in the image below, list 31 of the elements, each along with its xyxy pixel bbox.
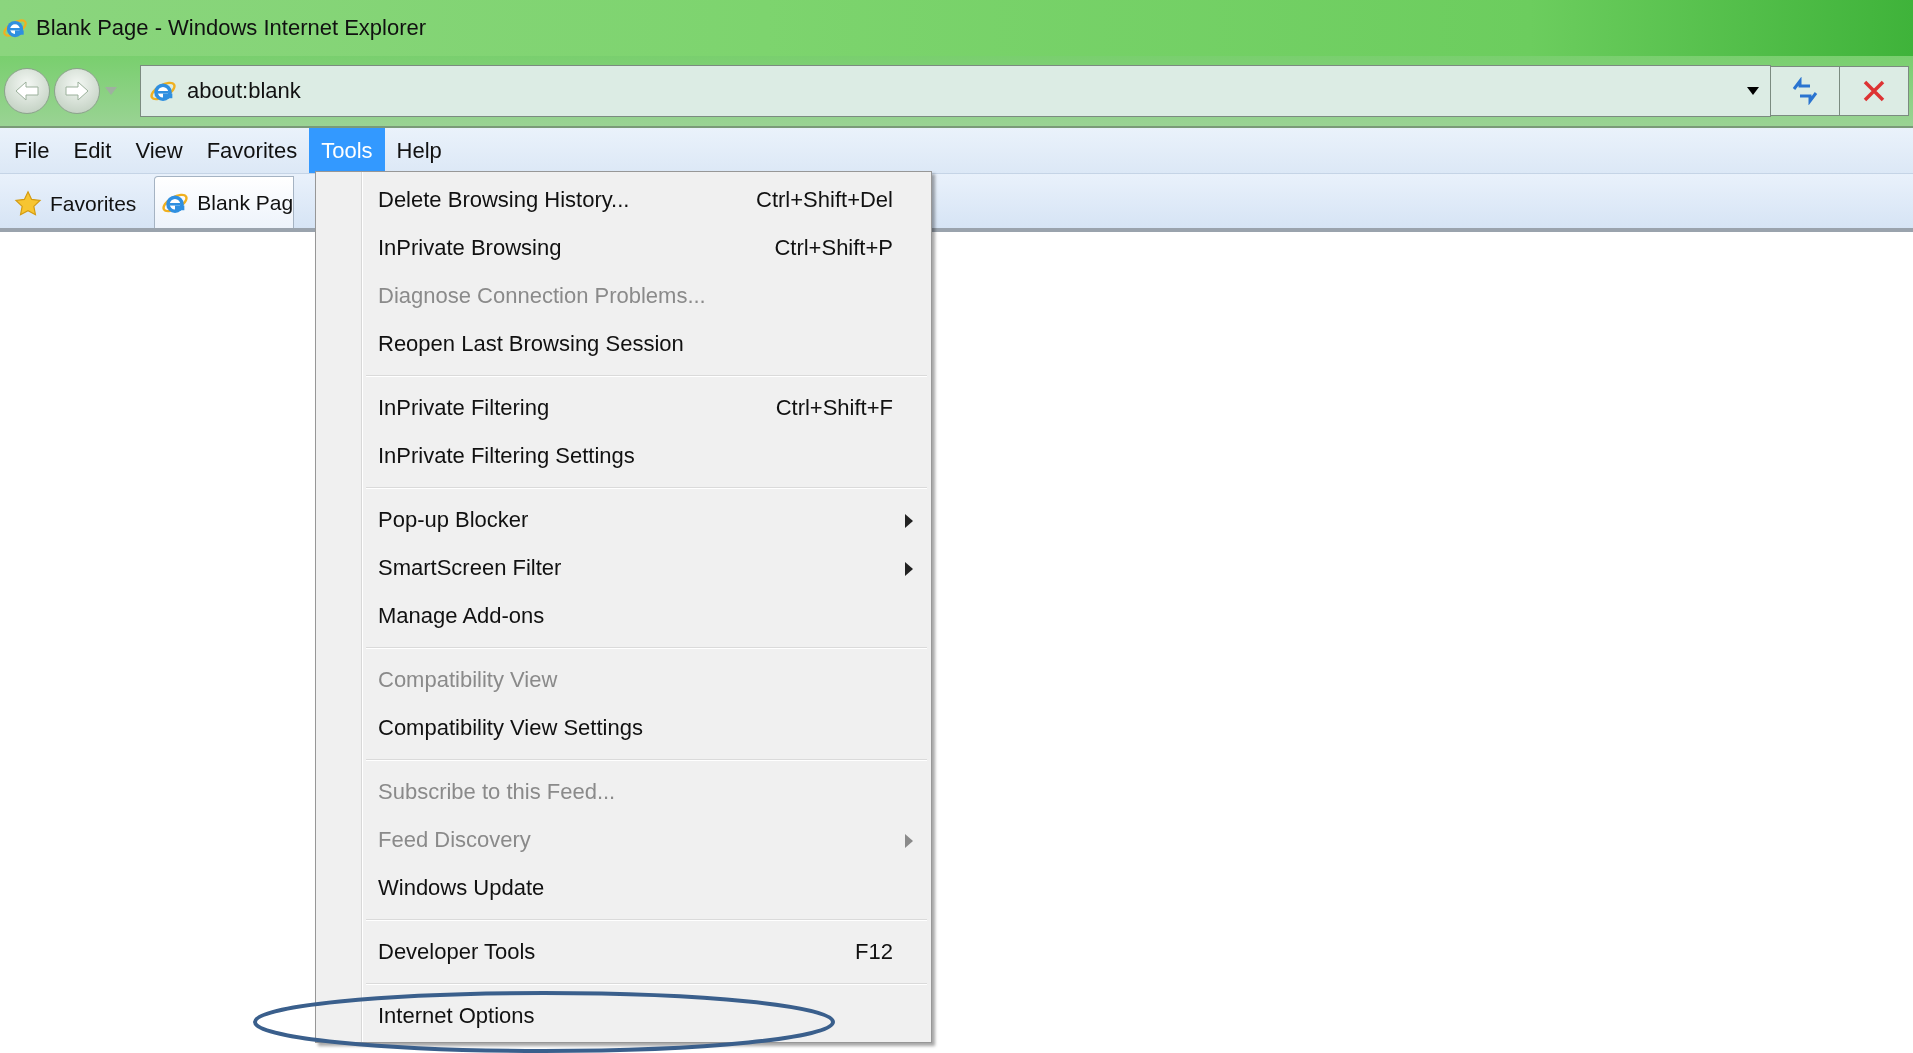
refresh-button[interactable]: [1770, 66, 1840, 116]
menu-item[interactable]: Delete Browsing History... Ctrl+Shift+Del: [316, 176, 931, 224]
menu-item[interactable]: Pop-up Blocker: [316, 496, 931, 544]
window-title: Blank Page - Windows Internet Explorer: [36, 15, 427, 41]
close-icon: [1862, 79, 1886, 103]
menu-bar-item[interactable]: Favorites: [194, 128, 310, 173]
caret-icon[interactable]: [1746, 86, 1760, 96]
menu-item[interactable]: Internet Options: [316, 992, 931, 1040]
menu-bar-item[interactable]: Help: [384, 128, 454, 173]
star-icon: [14, 190, 42, 218]
menu-item[interactable]: Compatibility View Settings: [316, 704, 931, 752]
menu-bar-item[interactable]: View: [123, 128, 195, 173]
forward-button[interactable]: [54, 68, 100, 114]
menu-item[interactable]: Manage Add-ons: [316, 592, 931, 640]
menu-item[interactable]: InPrivate Filtering Settings: [316, 432, 931, 480]
browser-tab[interactable]: Blank Pag: [154, 176, 295, 228]
forward-arrow-icon: [64, 80, 90, 102]
menu-item[interactable]: Developer Tools F12: [316, 928, 931, 976]
menu-bar-item[interactable]: File: [2, 128, 62, 173]
stop-button[interactable]: [1839, 66, 1909, 116]
back-button[interactable]: [4, 68, 50, 114]
menu-item[interactable]: Reopen Last Browsing Session: [316, 320, 931, 368]
address-field[interactable]: about:blank: [140, 65, 1771, 117]
refresh-icon: [1790, 77, 1820, 105]
menu-item[interactable]: InPrivate Browsing Ctrl+Shift+P: [316, 224, 931, 272]
menu-bar-item[interactable]: Edit: [61, 128, 124, 173]
menu-item[interactable]: Windows Update: [316, 864, 931, 912]
menu-item[interactable]: InPrivate Filtering Ctrl+Shift+F: [316, 384, 931, 432]
back-arrow-icon: [14, 80, 40, 102]
favorites-button[interactable]: Favorites: [8, 180, 143, 228]
menu-item[interactable]: SmartScreen Filter: [316, 544, 931, 592]
